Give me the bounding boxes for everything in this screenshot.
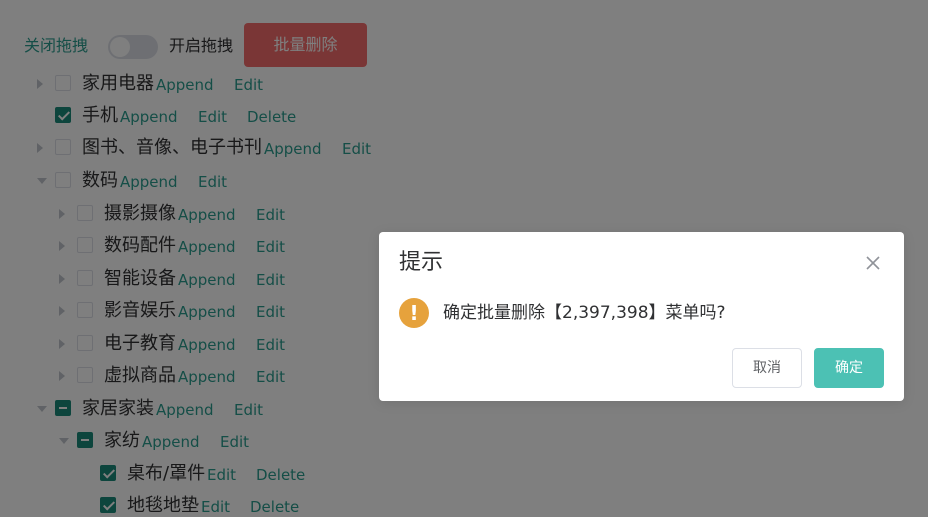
confirm-button[interactable]: 确定	[814, 348, 884, 388]
app-root: 关闭拖拽 开启拖拽 批量删除 家用电器AppendEdit手机AppendEdi…	[0, 0, 928, 517]
close-icon[interactable]	[864, 254, 882, 272]
dialog-message: 确定批量删除【2,397,398】菜单吗?	[443, 303, 726, 323]
dialog-title: 提示	[399, 250, 444, 275]
warning-icon: !	[399, 298, 429, 328]
cancel-button[interactable]: 取消	[732, 348, 802, 388]
confirm-dialog: 提示 ! 确定批量删除【2,397,398】菜单吗? 取消 确定	[379, 232, 904, 401]
